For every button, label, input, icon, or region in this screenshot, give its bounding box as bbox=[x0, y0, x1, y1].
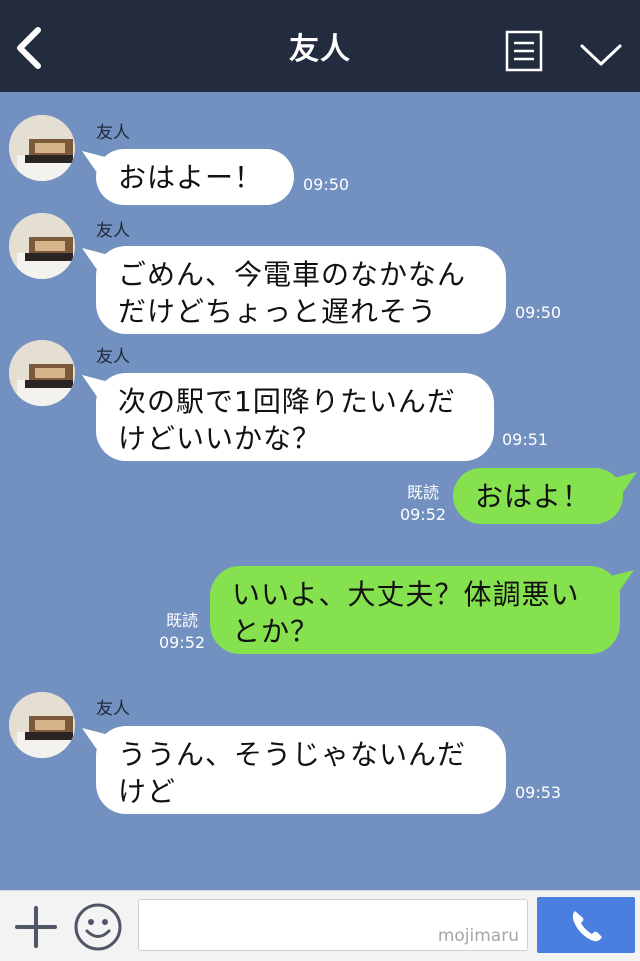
message-text-line: とか？ bbox=[232, 615, 320, 648]
message-time: 09:52 bbox=[399, 505, 447, 524]
message-text-line: けど bbox=[118, 775, 177, 808]
incoming-message-bubble[interactable]: ごめん、今電車のなかなん だけどちょっと遅れそう bbox=[96, 246, 506, 334]
sender-name: 友人 bbox=[96, 347, 130, 367]
message-text-line: だけどちょっと遅れそう bbox=[118, 295, 438, 328]
sender-name: 友人 bbox=[96, 123, 130, 143]
avatar-image bbox=[9, 692, 75, 758]
read-receipt: 既読 09:52 bbox=[398, 482, 448, 526]
phone-icon bbox=[572, 911, 602, 942]
incoming-message-bubble[interactable]: ううん、そうじゃないんだ けど bbox=[96, 726, 506, 814]
plus-icon[interactable] bbox=[14, 905, 58, 949]
message-text-line: おはよー！ bbox=[118, 161, 264, 194]
outgoing-message-bubble[interactable]: おはよ！ bbox=[453, 468, 623, 524]
chat-title: 友人 bbox=[289, 32, 351, 67]
avatar[interactable] bbox=[9, 115, 75, 181]
message-text-line: ううん、そうじゃないんだ bbox=[118, 738, 467, 771]
avatar[interactable] bbox=[9, 213, 75, 279]
avatar[interactable] bbox=[9, 340, 75, 406]
message-input[interactable]: mojimaru bbox=[138, 899, 528, 951]
message-time: 09:53 bbox=[515, 783, 562, 802]
incoming-message-bubble[interactable]: 次の駅で1回降りたいんだ けどいいかな？ bbox=[96, 373, 494, 461]
sender-name: 友人 bbox=[96, 221, 130, 241]
chevron-down-icon[interactable] bbox=[578, 38, 624, 70]
avatar-image bbox=[9, 213, 75, 279]
smiley-icon[interactable] bbox=[72, 901, 124, 953]
sender-name: 友人 bbox=[96, 699, 130, 719]
avatar-image bbox=[9, 340, 75, 406]
read-label: 既読 bbox=[165, 611, 198, 630]
incoming-message-bubble[interactable]: おはよー！ bbox=[96, 149, 294, 205]
read-label: 既読 bbox=[406, 483, 439, 502]
call-button[interactable] bbox=[537, 897, 635, 953]
message-text-line: けどいいかな？ bbox=[118, 422, 322, 455]
outgoing-message-bubble[interactable]: いいよ、大丈夫？体調悪い とか？ bbox=[210, 566, 620, 654]
message-text-line: 次の駅で1回降りたいんだ bbox=[118, 385, 456, 418]
message-time: 09:50 bbox=[303, 175, 350, 194]
avatar[interactable] bbox=[9, 692, 75, 758]
message-text-line: おはよ！ bbox=[475, 480, 592, 513]
header-bar: 友人 bbox=[0, 0, 640, 92]
message-time: 09:50 bbox=[515, 303, 562, 322]
message-text-line: いいよ、大丈夫？体調悪い bbox=[232, 578, 580, 611]
message-text-line: ごめん、今電車のなかなん bbox=[118, 258, 467, 291]
message-time: 09:51 bbox=[502, 430, 549, 449]
avatar-image bbox=[9, 115, 75, 181]
read-receipt: 既読 09:52 bbox=[155, 610, 209, 654]
watermark-text: mojimaru bbox=[437, 926, 519, 946]
list-icon[interactable] bbox=[504, 30, 544, 74]
message-time: 09:52 bbox=[158, 633, 206, 652]
message-composer: mojimaru bbox=[0, 890, 640, 961]
